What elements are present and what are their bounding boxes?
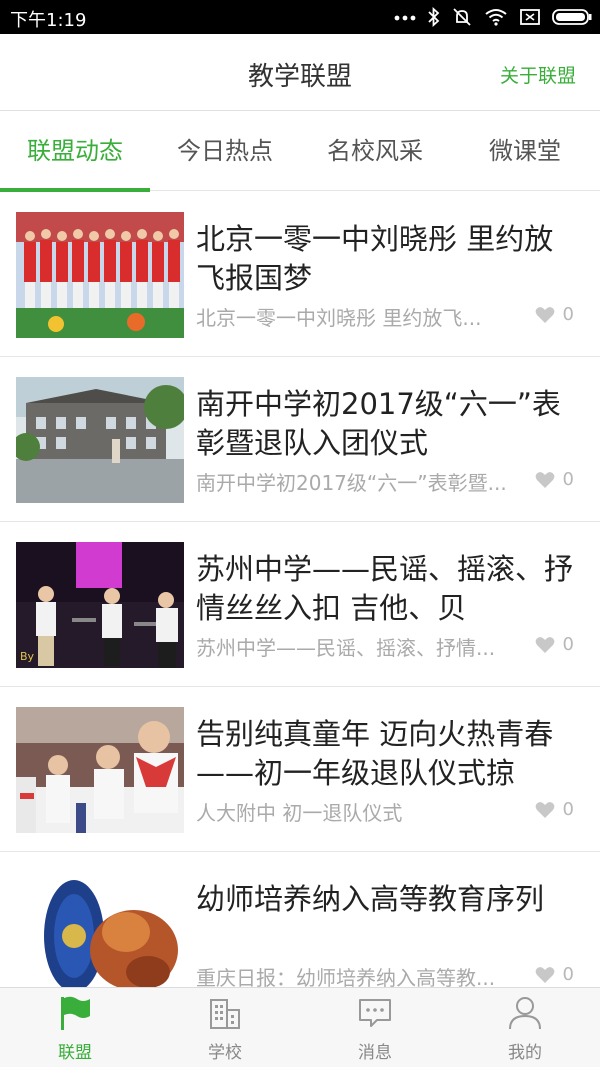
news-thumbnail: By: [16, 542, 184, 668]
news-thumbnail: [16, 872, 184, 987]
like-count[interactable]: 0: [535, 964, 574, 985]
news-item[interactable]: 南开中学初2017级“六一”表彰暨退队入团仪式 南开中学初2017级“六一”表彰…: [0, 357, 600, 522]
news-subtitle: 北京一零一中刘晓彤 里约放飞...: [196, 306, 482, 330]
flag-icon: [61, 996, 90, 1030]
bottom-nav: 联盟 学校 消息 我的: [0, 987, 600, 1067]
news-thumbnail: [16, 212, 184, 338]
news-subtitle: 人大附中 初一退队仪式: [196, 801, 403, 825]
news-item[interactable]: 幼师培养纳入高等教育序列 重庆日报：幼师培养纳入高等教... 0: [0, 852, 600, 987]
nav-alliance[interactable]: 联盟: [0, 988, 150, 1067]
nav-label: 消息: [358, 1043, 392, 1063]
news-item[interactable]: 告别纯真童年 迈向火热青春 ——初一年级退队仪式掠 人大附中 初一退队仪式 0: [0, 687, 600, 852]
like-count-value: 0: [562, 304, 574, 325]
nav-label: 联盟: [58, 1043, 92, 1063]
category-tabs: 联盟动态 今日热点 名校风采 微课堂: [0, 112, 600, 192]
more-dots-icon: [394, 15, 416, 21]
news-title: 南开中学初2017级“六一”表彰暨退队入团仪式: [196, 387, 561, 460]
heart-icon: [535, 471, 554, 488]
tab-today-hot[interactable]: 今日热点: [150, 112, 300, 191]
svg-text:By: By: [20, 650, 35, 663]
like-count[interactable]: 0: [535, 799, 574, 820]
heart-icon: [535, 801, 554, 818]
about-alliance-link[interactable]: 关于联盟: [500, 61, 576, 88]
news-thumbnail: [16, 707, 184, 833]
nav-label: 学校: [208, 1043, 242, 1063]
nav-messages[interactable]: 消息: [300, 988, 450, 1067]
sim-icon: [520, 9, 540, 25]
bluetooth-icon: [428, 7, 440, 27]
building-icon: [210, 999, 240, 1029]
news-subtitle: 苏州中学——民谣、摇滚、抒情...: [196, 636, 496, 660]
news-thumbnail: [16, 377, 184, 503]
news-item[interactable]: 北京一零一中刘晓彤 里约放飞报国梦 北京一零一中刘晓彤 里约放飞... 0: [0, 192, 600, 357]
news-subtitle: 南开中学初2017级“六一”表彰暨...: [196, 471, 507, 495]
tab-alliance-news[interactable]: 联盟动态: [0, 112, 150, 192]
battery-icon: [552, 9, 592, 25]
nav-profile[interactable]: 我的: [450, 988, 600, 1067]
status-icons: [394, 6, 592, 28]
like-count-value: 0: [562, 634, 574, 655]
news-list: 北京一零一中刘晓彤 里约放飞报国梦 北京一零一中刘晓彤 里约放飞... 0 南开…: [0, 192, 600, 987]
nav-school[interactable]: 学校: [150, 988, 300, 1067]
heart-icon: [535, 636, 554, 653]
like-count-value: 0: [562, 469, 574, 490]
heart-icon: [535, 966, 554, 983]
news-title: 北京一零一中刘晓彤 里约放飞报国梦: [196, 222, 554, 295]
status-bar: 下午1:19: [0, 0, 600, 34]
news-title: 幼师培养纳入高等教育序列: [196, 882, 545, 916]
tab-micro-class[interactable]: 微课堂: [450, 112, 600, 191]
tab-famous-schools[interactable]: 名校风采: [300, 112, 450, 191]
heart-icon: [535, 306, 554, 323]
wifi-icon: [485, 9, 507, 26]
like-count-value: 0: [562, 799, 574, 820]
app-header: 教学联盟 关于联盟: [0, 34, 600, 111]
news-title: 告别纯真童年 迈向火热青春 ——初一年级退队仪式掠: [196, 717, 554, 790]
status-time: 下午1:19: [10, 10, 87, 31]
like-count[interactable]: 0: [535, 469, 574, 490]
like-count-value: 0: [562, 964, 574, 985]
like-count[interactable]: 0: [535, 634, 574, 655]
nav-label: 我的: [508, 1043, 542, 1063]
news-title: 苏州中学——民谣、摇滚、抒情丝丝入扣 吉他、贝: [196, 552, 574, 625]
profile-icon: [509, 997, 541, 1030]
news-item[interactable]: By 苏州中学——民谣、摇滚、抒情丝丝入扣 吉他、贝 苏州中学——民谣、摇滚、抒…: [0, 522, 600, 687]
like-count[interactable]: 0: [535, 304, 574, 325]
message-icon: [359, 999, 391, 1027]
mute-icon: [453, 8, 471, 26]
news-subtitle: 重庆日报：幼师培养纳入高等教...: [196, 966, 496, 987]
